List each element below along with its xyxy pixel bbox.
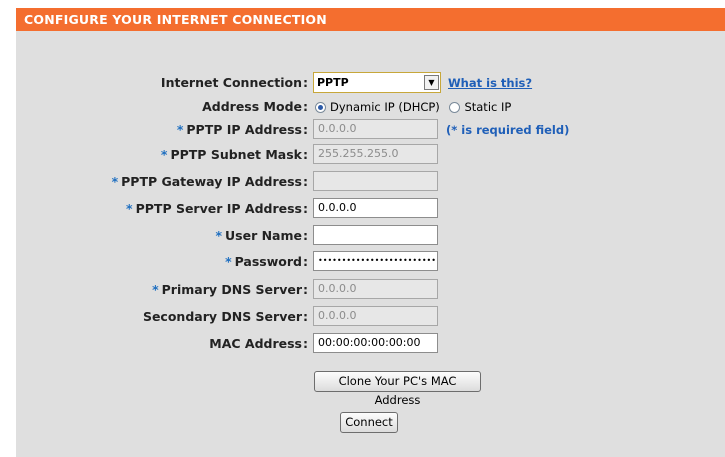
address-mode-radio-group: Dynamic IP (DHCP) Static IP xyxy=(315,96,511,118)
internet-connection-label: Internet Connection: xyxy=(160,75,308,90)
required-marker: * xyxy=(126,201,133,216)
row-secondary-dns: Secondary DNS Server: 0.0.0.0 xyxy=(16,306,725,328)
row-internet-connection: Internet Connection: PPTP ▼ What is this… xyxy=(16,72,725,94)
row-pptp-subnet: * PPTP Subnet Mask: 255.255.255.0 xyxy=(16,144,725,166)
pptp-subnet-label: * PPTP Subnet Mask: xyxy=(160,147,308,162)
secondary-dns-input[interactable]: 0.0.0.0 xyxy=(313,306,438,326)
row-address-mode: Address Mode: Dynamic IP (DHCP) Static I… xyxy=(16,96,725,118)
pptp-subnet-input[interactable]: 255.255.255.0 xyxy=(313,144,438,164)
mac-address-label: MAC Address: xyxy=(209,336,308,351)
clone-mac-button[interactable]: Clone Your PC's MAC Address xyxy=(314,371,481,407)
secondary-dns-label: Secondary DNS Server: xyxy=(142,309,308,324)
password-input[interactable]: •••••••••••••••••••••••••••••• xyxy=(313,251,438,271)
required-marker: * xyxy=(111,174,119,189)
pptp-ip-label: * PPTP IP Address: xyxy=(176,122,308,137)
dynamic-ip-option[interactable]: Dynamic IP (DHCP) xyxy=(315,100,440,114)
password-label: * Password: xyxy=(225,254,308,269)
internet-connection-select[interactable]: PPTP ▼ xyxy=(313,72,441,93)
required-marker: * xyxy=(152,282,159,297)
row-mac-address: MAC Address: 00:00:00:00:00:00 xyxy=(16,333,725,355)
required-marker: * xyxy=(215,228,223,243)
required-marker: * xyxy=(225,254,232,269)
what-is-this-link[interactable]: What is this? xyxy=(448,76,532,90)
primary-dns-label: * Primary DNS Server: xyxy=(152,282,308,297)
required-field-note: (* is required field) xyxy=(446,123,570,137)
row-pptp-server: * PPTP Server IP Address: 0.0.0.0 xyxy=(16,198,725,220)
configure-panel: CONFIGURE YOUR INTERNET CONNECTION Inter… xyxy=(16,8,725,457)
pptp-gateway-label: * PPTP Gateway IP Address: xyxy=(111,174,308,189)
row-primary-dns: * Primary DNS Server: 0.0.0.0 xyxy=(16,279,725,301)
pptp-server-label: * PPTP Server IP Address: xyxy=(126,201,308,216)
mac-address-input[interactable]: 00:00:00:00:00:00 xyxy=(313,333,438,353)
required-marker: * xyxy=(160,147,168,162)
required-marker: * xyxy=(176,122,184,137)
pptp-server-input[interactable]: 0.0.0.0 xyxy=(313,198,438,218)
pptp-ip-input[interactable]: 0.0.0.0 xyxy=(313,119,438,139)
dropdown-arrow-icon[interactable]: ▼ xyxy=(424,75,439,90)
connect-button[interactable]: Connect xyxy=(340,412,398,433)
radio-static-ip[interactable] xyxy=(449,102,461,113)
row-password: *Password: •••••••••••••••••••••••••••••… xyxy=(16,251,725,273)
pptp-gateway-input[interactable] xyxy=(313,171,438,191)
address-mode-label: Address Mode: xyxy=(202,99,308,114)
static-ip-option[interactable]: Static IP xyxy=(449,100,511,114)
row-pptp-gateway: * PPTP Gateway IP Address: xyxy=(16,171,725,193)
row-pptp-ip: * PPTP IP Address: 0.0.0.0 (* is required… xyxy=(16,119,725,141)
internet-connection-value: PPTP xyxy=(317,76,349,89)
dynamic-ip-label: Dynamic IP (DHCP) xyxy=(330,100,440,114)
user-name-label: * User Name: xyxy=(215,228,308,243)
section-header: CONFIGURE YOUR INTERNET CONNECTION xyxy=(16,8,725,31)
primary-dns-input[interactable]: 0.0.0.0 xyxy=(313,279,438,299)
row-user-name: * User Name: xyxy=(16,225,725,247)
static-ip-label: Static IP xyxy=(464,100,512,114)
radio-dynamic-ip[interactable] xyxy=(315,102,326,113)
user-name-input[interactable] xyxy=(313,225,438,245)
